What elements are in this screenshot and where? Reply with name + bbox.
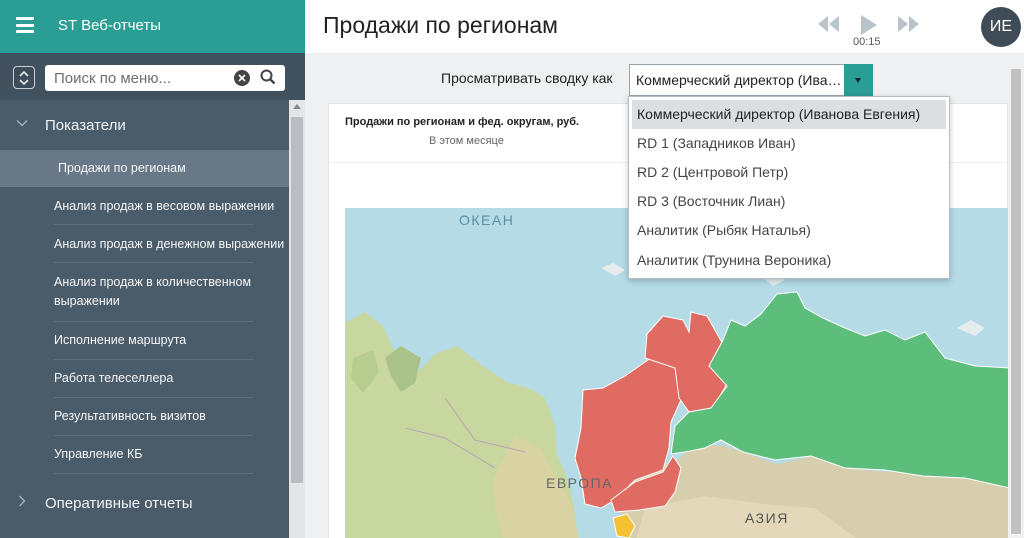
app-root: ST Веб-отчеты Показатели Про: [0, 0, 1024, 538]
sidebar-item-label: Управление КБ: [54, 447, 143, 461]
avatar[interactable]: ИЕ: [981, 7, 1021, 47]
sidebar-item-quantity-analysis[interactable]: Анализ продаж в количественном выражении: [0, 263, 289, 322]
dropdown-toggle-button[interactable]: [844, 64, 873, 96]
search-box: [45, 65, 285, 91]
clear-icon[interactable]: [234, 70, 250, 86]
page-title: Продажи по регионам: [323, 12, 558, 38]
view-as-label: Просматривать сводку как: [441, 70, 613, 86]
map-label-europe: ЕВРОПА: [546, 475, 613, 491]
search-icon[interactable]: [260, 69, 276, 90]
chevron-right-icon: [19, 495, 26, 507]
dropdown-option[interactable]: Аналитик (Рыбяк Наталья): [632, 216, 946, 245]
card-title: Продажи по регионам и фед. округам, руб.: [345, 116, 580, 128]
sidebar-item-visit-efficiency[interactable]: Результативность визитов: [0, 398, 289, 436]
card-subtitle: В этом месяце: [429, 135, 504, 147]
sidebar-item-label: Анализ продаж в весовом выражении: [54, 199, 275, 213]
rewind-icon[interactable]: [818, 16, 840, 37]
sidebar-item-route-execution[interactable]: Исполнение маршрута: [0, 322, 289, 360]
view-as-select[interactable]: Коммерческий директор (Ива…: [629, 64, 873, 96]
dropdown-option[interactable]: RD 2 (Центровой Петр): [632, 158, 946, 187]
map-label-ocean: ОКЕАН: [459, 212, 515, 228]
sidebar-item-label: Результативность визитов: [54, 409, 206, 423]
sidebar-scroll-thumb[interactable]: [291, 117, 303, 483]
sidebar-item-label: Продажи по регионам: [58, 161, 186, 175]
content-scrollbar[interactable]: [1008, 67, 1024, 538]
sidebar-search-row: [0, 53, 305, 100]
sidebar-menu: Показатели Продажи по регионам Анализ пр…: [0, 100, 289, 538]
sidebar-item-money-analysis[interactable]: Анализ продаж в денежном выражении: [0, 225, 289, 263]
view-as-dropdown-list: Коммерческий директор (Иванова Евгения) …: [628, 96, 950, 279]
map-label-asia: АЗИЯ: [745, 510, 789, 526]
dropdown-option[interactable]: RD 1 (Западников Иван): [632, 129, 946, 158]
fast-forward-icon[interactable]: [898, 16, 920, 37]
scroll-up-arrow-icon[interactable]: [293, 104, 301, 109]
sidebar-section-label: Показатели: [45, 117, 126, 134]
sidebar: ST Веб-отчеты Показатели Про: [0, 0, 305, 538]
view-as-select-value: Коммерческий директор (Ива…: [636, 72, 842, 88]
playback-time: 00:15: [853, 36, 881, 48]
sidebar-section-indicators[interactable]: Показатели: [0, 100, 289, 150]
sidebar-item-teleseller[interactable]: Работа телеселлера: [0, 360, 289, 398]
chevron-down-icon: [16, 120, 28, 127]
sidebar-item-kb-management[interactable]: Управление КБ: [0, 436, 289, 474]
content-scroll-thumb[interactable]: [1011, 69, 1021, 534]
sidebar-scrollbar[interactable]: [289, 100, 305, 538]
top-header: Продажи по регионам 00:15 ИЕ: [305, 0, 1024, 53]
sidebar-section-label: Оперативные отчеты: [45, 495, 193, 512]
brand-bar: ST Веб-отчеты: [0, 0, 305, 53]
sidebar-item-label: Анализ продаж в денежном выражении: [54, 237, 285, 251]
sidebar-item-label: Работа телеселлера: [54, 371, 174, 385]
sidebar-section-operational-reports[interactable]: Оперативные отчеты: [0, 478, 289, 528]
app-title: ST Веб-отчеты: [58, 17, 162, 34]
caret-down-icon: [855, 78, 861, 83]
search-input[interactable]: [54, 68, 234, 88]
hamburger-icon[interactable]: [16, 17, 34, 33]
dropdown-option[interactable]: Аналитик (Трунина Вероника): [632, 246, 946, 275]
sidebar-item-weight-analysis[interactable]: Анализ продаж в весовом выражении: [0, 187, 289, 225]
expand-collapse-button[interactable]: [13, 66, 35, 89]
dropdown-option[interactable]: Коммерческий директор (Иванова Евгения): [632, 100, 946, 129]
sidebar-item-label: Анализ продаж в количественном выражении: [54, 275, 252, 308]
divider: [54, 473, 253, 474]
sidebar-item-label: Исполнение маршрута: [54, 333, 187, 347]
sidebar-item-sales-by-region[interactable]: Продажи по регионам: [0, 150, 289, 187]
dropdown-option[interactable]: RD 3 (Восточник Лиан): [632, 187, 946, 216]
